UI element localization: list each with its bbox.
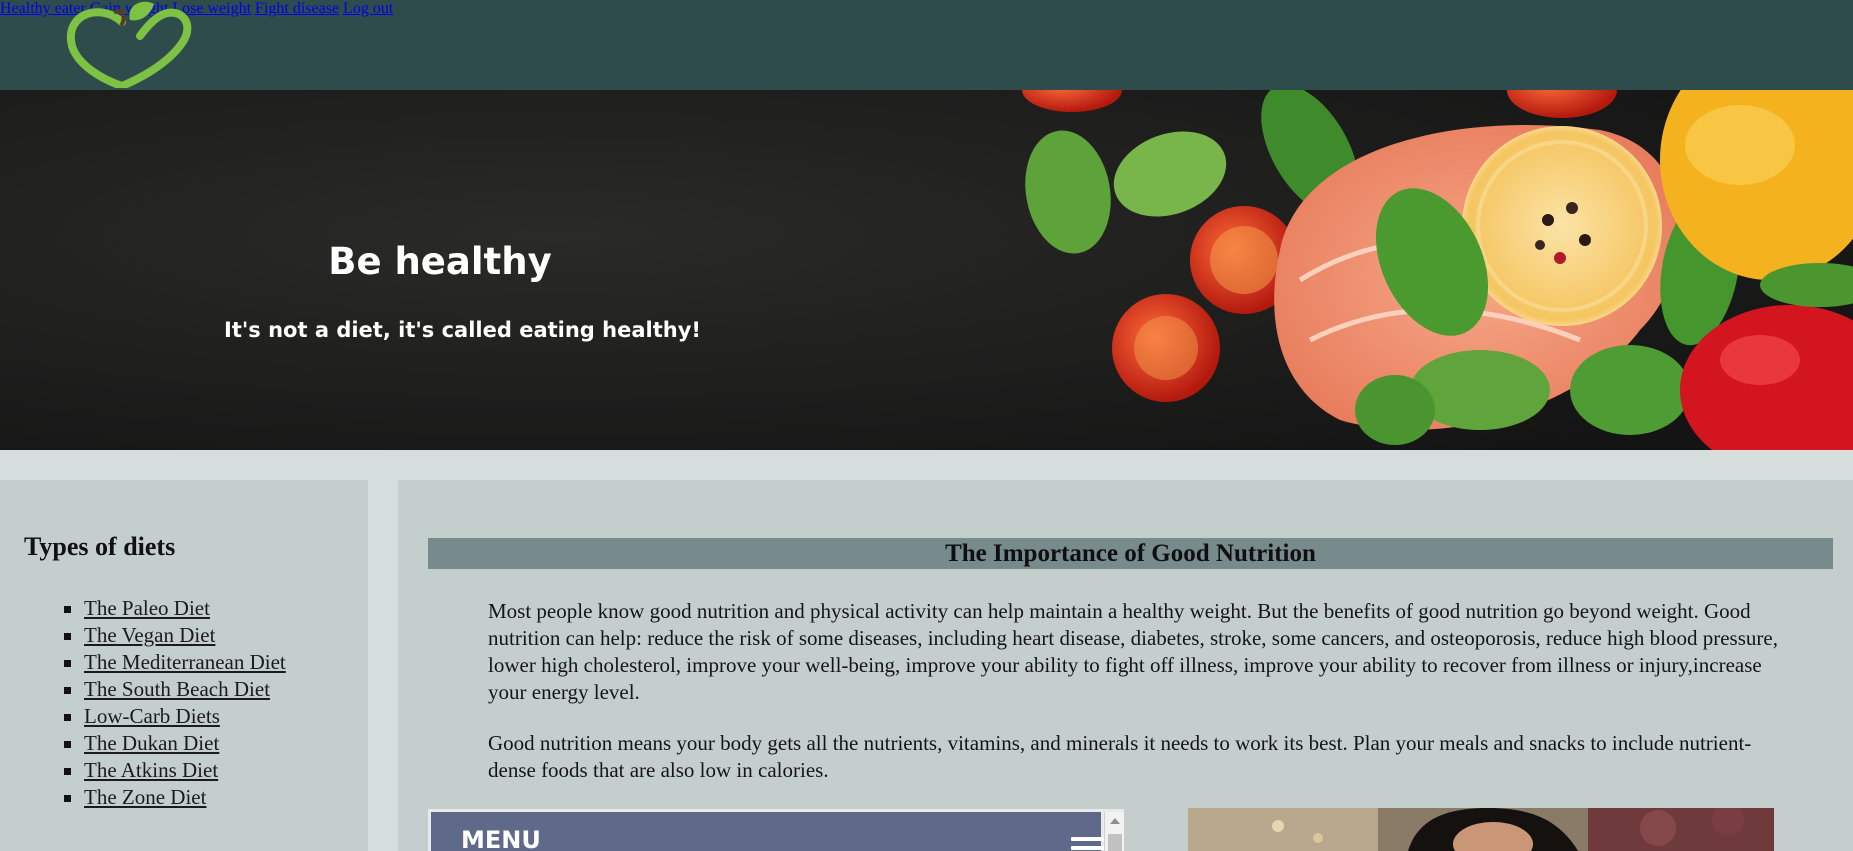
- diet-link-zone[interactable]: The Zone Diet: [84, 785, 206, 809]
- list-item: Low-Carb Diets: [58, 703, 286, 730]
- hamburger-icon[interactable]: [1071, 837, 1105, 851]
- diet-list: The Paleo Diet The Vegan Diet The Medite…: [58, 595, 286, 811]
- diet-link-low-carb[interactable]: Low-Carb Diets: [84, 704, 220, 728]
- frame-scrollbar[interactable]: [1104, 812, 1124, 851]
- scroll-thumb[interactable]: [1108, 834, 1122, 851]
- menu-label: MENU: [461, 826, 541, 851]
- sidebar-heading: Types of diets: [24, 532, 176, 561]
- scroll-up-arrow-icon[interactable]: [1110, 818, 1120, 824]
- nav-fight-disease[interactable]: Fight disease: [255, 0, 339, 17]
- list-item: The Dukan Diet: [58, 730, 286, 757]
- list-item: The Mediterranean Diet: [58, 649, 286, 676]
- hero-title: Be healthy: [328, 240, 552, 283]
- diet-link-south-beach[interactable]: The South Beach Diet: [84, 677, 270, 701]
- list-item: The Paleo Diet: [58, 595, 286, 622]
- menu-bar[interactable]: MENU: [431, 812, 1105, 851]
- list-item: The South Beach Diet: [58, 676, 286, 703]
- woman-photo: [1188, 808, 1774, 851]
- top-navbar: Healthy eater Gain weight Lose weight Fi…: [0, 0, 1853, 90]
- list-item: The Vegan Diet: [58, 622, 286, 649]
- diet-link-mediterranean[interactable]: The Mediterranean Diet: [84, 650, 286, 674]
- nutrition-paragraph-1: Most people know good nutrition and phys…: [488, 599, 1778, 704]
- hero-banner: Be healthy It's not a diet, it's called …: [0, 90, 1853, 450]
- list-item: The Atkins Diet: [58, 757, 286, 784]
- main-content: The Importance of Good Nutrition Most pe…: [398, 480, 1853, 851]
- hero-subtitle: It's not a diet, it's called eating heal…: [224, 318, 701, 342]
- diet-link-dukan[interactable]: The Dukan Diet: [84, 731, 219, 755]
- diet-link-paleo[interactable]: The Paleo Diet: [84, 596, 210, 620]
- list-item: The Zone Diet: [58, 784, 286, 811]
- sidebar: Types of diets The Paleo Diet The Vegan …: [0, 480, 368, 851]
- embedded-menu-frame[interactable]: MENU: [428, 809, 1124, 851]
- section-title: The Importance of Good Nutrition: [428, 538, 1833, 569]
- diet-link-atkins[interactable]: The Atkins Diet: [84, 758, 218, 782]
- nav-log-out[interactable]: Log out: [343, 0, 393, 17]
- apple-heart-logo-icon[interactable]: [64, 0, 200, 88]
- diet-link-vegan[interactable]: The Vegan Diet: [84, 623, 215, 647]
- nutrition-paragraph-2: Good nutrition means your body gets all …: [488, 731, 1752, 782]
